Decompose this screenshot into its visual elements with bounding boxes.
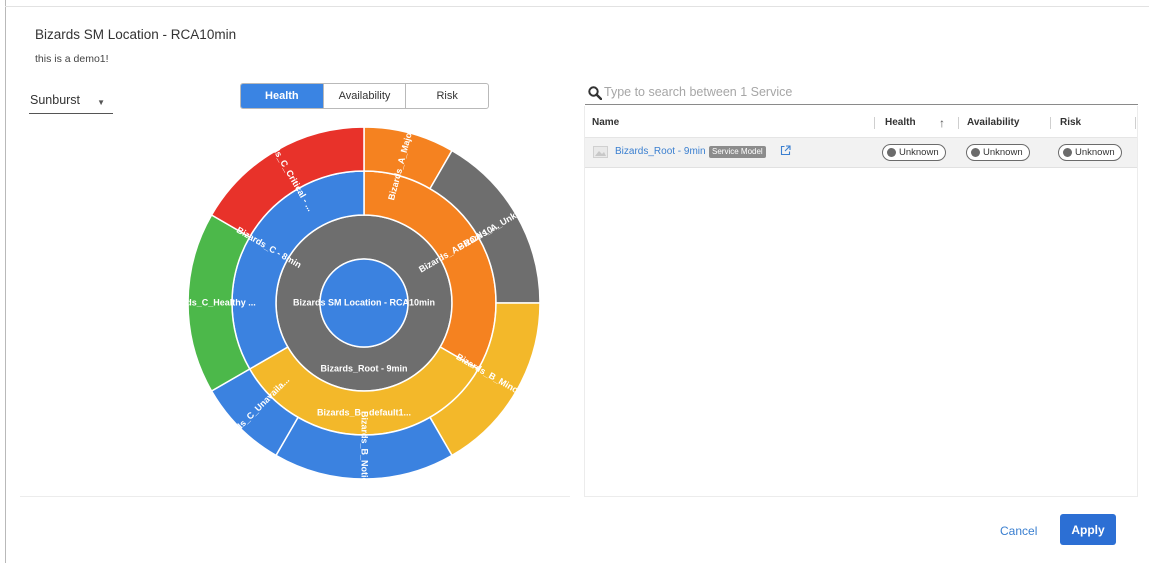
- sunburst-chart: Bizards SM Location - RCA10min Bizards_Ro…: [185, 124, 541, 482]
- sunburst-level3-label: Bizards_C_Healthy ...: [185, 297, 256, 307]
- tab-risk[interactable]: Risk: [405, 84, 488, 108]
- window-left-border: [5, 0, 6, 563]
- visualization-type-select[interactable]: Sunburst ▼: [29, 90, 113, 114]
- search-underline: [585, 104, 1138, 105]
- risk-status-label: Unknown: [1075, 147, 1115, 158]
- column-header-health[interactable]: Health: [885, 117, 916, 128]
- tab-health[interactable]: Health: [241, 84, 323, 108]
- service-name-link[interactable]: Bizards_Root - 9min: [615, 146, 706, 157]
- status-dot-icon: [1063, 148, 1072, 157]
- column-separator: [1050, 117, 1051, 129]
- cancel-button[interactable]: Cancel: [1000, 520, 1037, 542]
- status-dot-icon: [887, 148, 896, 157]
- left-panel-divider: [20, 496, 570, 497]
- service-model-badge: Service Model: [709, 146, 766, 158]
- column-separator: [874, 117, 875, 129]
- risk-status-pill: Unknown: [1058, 144, 1122, 161]
- availability-status-pill: Unknown: [966, 144, 1030, 161]
- table-header: Name Health ↑ Availability Risk: [585, 106, 1137, 138]
- column-header-name[interactable]: Name: [592, 117, 619, 128]
- window-top-border: [5, 6, 1149, 7]
- visualization-type-value: Sunburst: [30, 93, 81, 107]
- health-status-pill: Unknown: [882, 144, 946, 161]
- sunburst-root-label: Bizards_Root - 9min: [320, 363, 407, 373]
- health-status-label: Unknown: [899, 147, 939, 158]
- column-header-risk[interactable]: Risk: [1060, 117, 1081, 128]
- service-search-input[interactable]: [604, 82, 1134, 102]
- image-placeholder-icon: [593, 146, 608, 158]
- services-table: Name Health ↑ Availability Risk Bizards_…: [584, 106, 1138, 497]
- tab-availability[interactable]: Availability: [322, 84, 406, 108]
- column-header-availability[interactable]: Availability: [967, 117, 1019, 128]
- page-title: Bizards SM Location - RCA10min: [35, 27, 237, 42]
- column-separator: [958, 117, 959, 129]
- arrow-up-icon[interactable]: ↑: [939, 116, 945, 130]
- sunburst-level3-label: Bizards_B_Notice - ...: [360, 411, 370, 482]
- external-link-icon[interactable]: [780, 145, 791, 156]
- search-icon: [588, 86, 602, 100]
- metric-tab-group: Health Availability Risk: [240, 83, 489, 109]
- apply-button[interactable]: Apply: [1060, 514, 1116, 545]
- availability-status-label: Unknown: [983, 147, 1023, 158]
- column-separator: [1135, 117, 1136, 129]
- page-description: this is a demo1!: [35, 53, 109, 65]
- sunburst-center-label: Bizards SM Location - RCA10min: [293, 297, 435, 307]
- caret-down-icon: ▼: [97, 98, 105, 107]
- status-dot-icon: [971, 148, 980, 157]
- table-row[interactable]: Bizards_Root - 9min Service Model Unknow…: [585, 138, 1137, 168]
